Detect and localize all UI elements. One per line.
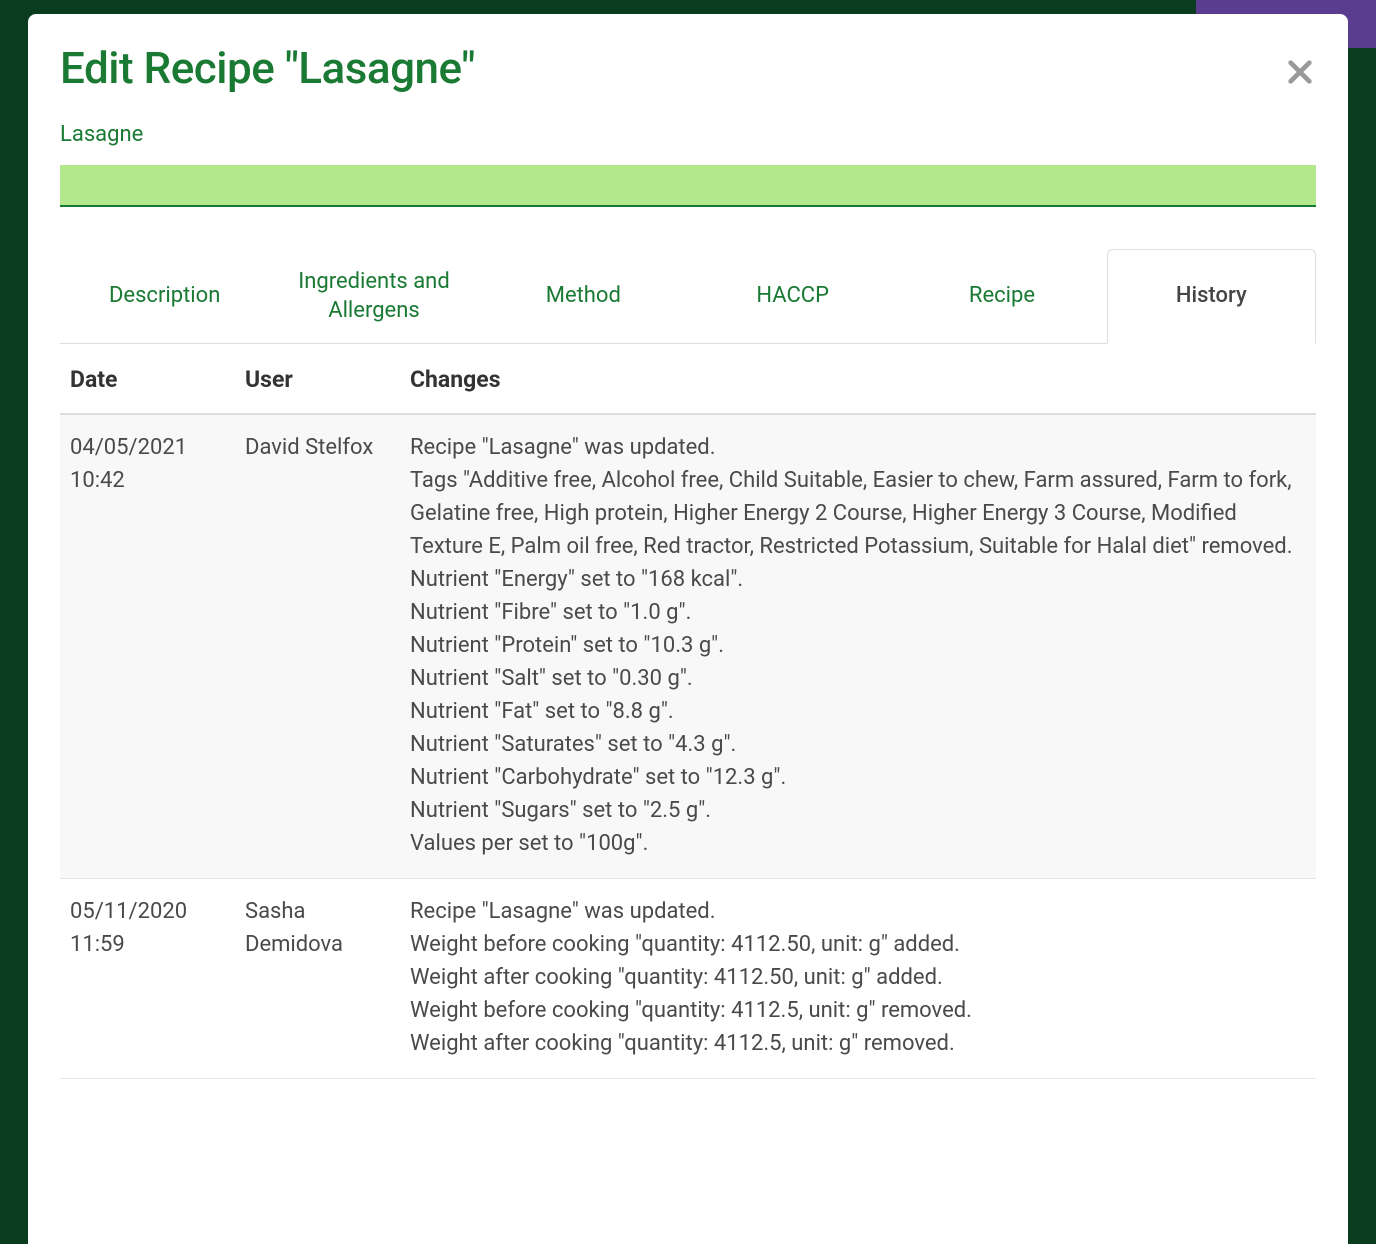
- table-row: 04/05/2021 10:42David StelfoxRecipe "Las…: [60, 414, 1316, 879]
- tab-recipe[interactable]: Recipe: [897, 249, 1106, 343]
- tab-ingredients-allergens[interactable]: Ingredients and Allergens: [269, 249, 478, 343]
- tab-haccp[interactable]: HACCP: [688, 249, 897, 343]
- change-line: Nutrient "Fat" set to "8.8 g".: [410, 695, 1306, 728]
- header-changes: Changes: [400, 344, 1316, 414]
- cell-changes: Recipe "Lasagne" was updated.Weight befo…: [400, 879, 1316, 1079]
- modal-title: Edit Recipe "Lasagne": [60, 42, 1316, 94]
- breadcrumb-link[interactable]: Lasagne: [60, 122, 143, 147]
- edit-recipe-modal: Edit Recipe "Lasagne" Lasagne Descriptio…: [28, 14, 1348, 1244]
- cell-user: Sasha Demidova: [235, 879, 400, 1079]
- change-line: Tags "Additive free, Alcohol free, Child…: [410, 464, 1306, 563]
- change-line: Weight before cooking "quantity: 4112.50…: [410, 928, 1306, 961]
- change-line: Nutrient "Salt" set to "0.30 g".: [410, 662, 1306, 695]
- breadcrumb: Lasagne: [28, 94, 1348, 155]
- modal-header: Edit Recipe "Lasagne": [28, 14, 1348, 94]
- change-line: Nutrient "Saturates" set to "4.3 g".: [410, 728, 1306, 761]
- cell-changes: Recipe "Lasagne" was updated.Tags "Addit…: [400, 414, 1316, 879]
- table-row: 05/11/2020 11:59Sasha DemidovaRecipe "La…: [60, 879, 1316, 1079]
- change-line: Recipe "Lasagne" was updated.: [410, 431, 1306, 464]
- header-user: User: [235, 344, 400, 414]
- tab-history[interactable]: History: [1107, 249, 1316, 344]
- change-line: Weight after cooking "quantity: 4112.5, …: [410, 1027, 1306, 1060]
- change-line: Nutrient "Energy" set to "168 kcal".: [410, 563, 1306, 596]
- header-date: Date: [60, 344, 235, 414]
- change-line: Weight before cooking "quantity: 4112.5,…: [410, 994, 1306, 1027]
- change-line: Values per set to "100g".: [410, 827, 1306, 860]
- change-line: Weight after cooking "quantity: 4112.50,…: [410, 961, 1306, 994]
- tabs-container: Description Ingredients and Allergens Me…: [60, 249, 1316, 344]
- cell-date: 05/11/2020 11:59: [60, 879, 235, 1079]
- tab-method[interactable]: Method: [479, 249, 688, 343]
- change-line: Nutrient "Sugars" set to "2.5 g".: [410, 794, 1306, 827]
- close-icon[interactable]: [1284, 56, 1316, 88]
- change-line: Nutrient "Carbohydrate" set to "12.3 g".: [410, 761, 1306, 794]
- change-line: Recipe "Lasagne" was updated.: [410, 895, 1306, 928]
- cell-user: David Stelfox: [235, 414, 400, 879]
- history-table: Date User Changes 04/05/2021 10:42David …: [60, 344, 1316, 1079]
- change-line: Nutrient "Fibre" set to "1.0 g".: [410, 596, 1306, 629]
- history-table-container: Date User Changes 04/05/2021 10:42David …: [60, 344, 1316, 1079]
- notice-bar: [60, 165, 1316, 207]
- tab-description[interactable]: Description: [60, 249, 269, 343]
- cell-date: 04/05/2021 10:42: [60, 414, 235, 879]
- change-line: Nutrient "Protein" set to "10.3 g".: [410, 629, 1306, 662]
